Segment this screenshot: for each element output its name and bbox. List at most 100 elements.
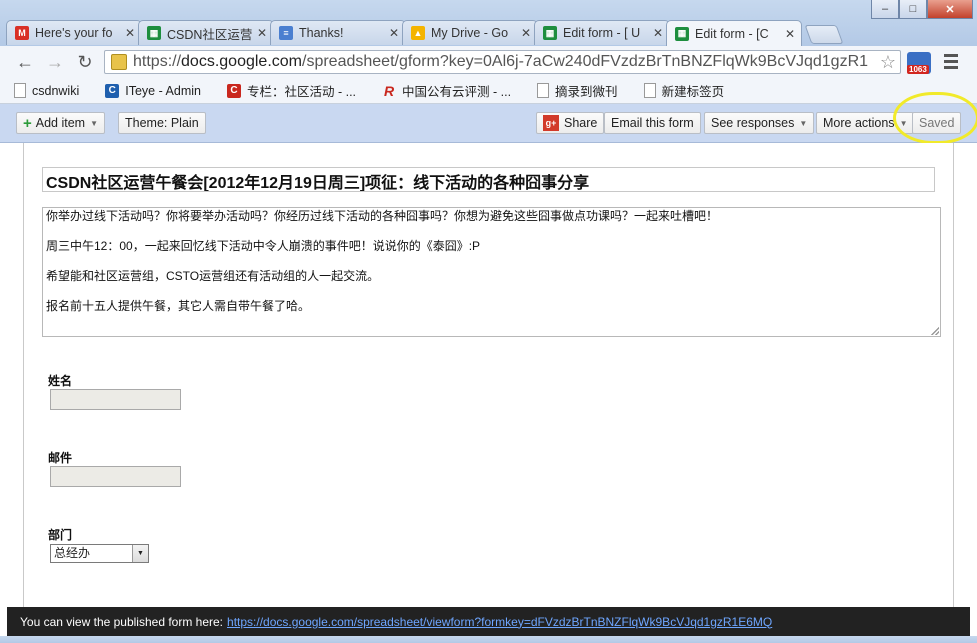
bookmark-label: ITeye - Admin: [125, 83, 201, 98]
page-icon: [643, 83, 656, 98]
iteye-icon: C: [105, 83, 120, 98]
question-label-email: 邮件: [48, 451, 73, 465]
gmail-icon: M: [15, 26, 29, 40]
department-selected-value: 总经办: [54, 546, 91, 560]
close-window-button[interactable]: ✕: [927, 0, 973, 19]
reload-button[interactable]: ↻: [74, 51, 96, 73]
close-icon[interactable]: ✕: [653, 26, 663, 40]
google-plus-icon: g+: [543, 115, 559, 131]
saved-label: Saved: [919, 116, 955, 130]
page-icon: [537, 83, 550, 98]
bookmark-label: 专栏：社区活动 - ...: [246, 85, 357, 99]
bookmark-star-icon[interactable]: ☆: [880, 52, 896, 73]
add-item-label: Add item: [35, 116, 86, 130]
share-button[interactable]: g+ Share: [536, 112, 605, 134]
bookmarks-bar: csdnwiki C ITeye - Admin C 专栏：社区活动 - ...…: [0, 78, 977, 104]
form-editor: CSDN社区运营午餐会[2012年12月19日周三]项征：线下活动的各种囧事分享…: [0, 143, 977, 607]
tab-strip: M Here's your fo ✕ ▦ CSDN社区运营 ✕ ≡ Thanks…: [6, 20, 844, 46]
description-line: 周三中午12：00，一起来回忆线下活动中令人崩溃的事件吧！说说你的《泰囧》:P: [46, 239, 481, 253]
add-item-button[interactable]: + Add item ▼: [16, 112, 106, 134]
bookmark-csdn-column[interactable]: C 专栏：社区活动 - ...: [226, 81, 357, 100]
docs-icon: ≡: [279, 26, 293, 40]
department-select[interactable]: 总经办 ▼: [50, 544, 149, 563]
dropdown-arrow-icon: ▼: [899, 118, 908, 128]
question-label-name: 姓名: [48, 374, 73, 388]
r-icon: R: [383, 82, 395, 99]
saved-button[interactable]: Saved: [912, 112, 962, 134]
dropdown-arrow-icon: ▼: [799, 118, 808, 128]
theme-button[interactable]: Theme: Plain: [118, 112, 206, 134]
resize-grip-icon[interactable]: [931, 327, 939, 335]
maximize-button[interactable]: □: [899, 0, 927, 19]
chevron-down-icon[interactable]: ▼: [132, 545, 148, 562]
close-icon[interactable]: ✕: [785, 27, 795, 41]
bookmark-new-tab[interactable]: 新建标签页: [643, 81, 725, 100]
minimize-button[interactable]: –: [871, 0, 899, 19]
tab-csdn-sheet[interactable]: ▦ CSDN社区运营 ✕: [138, 20, 274, 45]
tab-title: Here's your fo: [35, 26, 113, 40]
drive-icon: ▲: [411, 26, 425, 40]
description-line: 报名前十五人提供午餐，其它人需自带午餐了哈。: [46, 299, 311, 313]
sheets-icon: ▦: [147, 26, 161, 40]
extension-badge: 1063: [907, 65, 929, 74]
bookmark-label: 中国公有云评测 - ...: [402, 85, 512, 99]
tab-title: Edit form - [ U: [563, 26, 641, 40]
window-titlebar: – □ ✕ M Here's your fo ✕ ▦ CSDN社区运营 ✕ ≡ …: [0, 0, 977, 46]
tab-edit-form-active[interactable]: ▦ Edit form - [C ✕: [666, 20, 802, 46]
see-responses-button[interactable]: See responses ▼: [704, 112, 815, 134]
bookmark-iteye[interactable]: C ITeye - Admin: [105, 83, 201, 98]
published-form-notice: You can view the published form here: ht…: [7, 607, 970, 636]
description-line: 希望能和社区运营组，CSTO运营组还有活动组的人一起交流。: [46, 269, 380, 283]
window-frame-bottom: [0, 636, 977, 643]
page-left-border: [23, 143, 24, 607]
tab-title: CSDN社区运营: [167, 27, 253, 42]
name-input[interactable]: [50, 389, 181, 410]
form-description-textarea[interactable]: 你举办过线下活动吗？你将要举办活动吗？你经历过线下活动的各种囧事吗？你想为避免这…: [42, 207, 941, 337]
close-icon[interactable]: ✕: [257, 26, 267, 40]
close-icon[interactable]: ✕: [389, 26, 399, 40]
close-icon[interactable]: ✕: [125, 26, 135, 40]
bookmark-label: 摘录到微刊: [555, 85, 618, 99]
lock-warning-icon[interactable]: [111, 54, 127, 70]
email-input[interactable]: [50, 466, 181, 487]
csdn-icon: C: [226, 83, 241, 98]
bookmark-label: csdnwiki: [32, 83, 80, 98]
form-title-input[interactable]: CSDN社区运营午餐会[2012年12月19日周三]项征：线下活动的各种囧事分享: [42, 167, 935, 192]
bookmark-cloud-review[interactable]: R 中国公有云评测 - ...: [382, 81, 511, 100]
page-right-border: [953, 143, 954, 607]
plus-icon: +: [23, 114, 32, 132]
email-form-button[interactable]: Email this form: [604, 112, 701, 134]
browser-toolbar: ← → ↻ https://docs.google.com/spreadshee…: [0, 46, 977, 79]
bookmark-label: 新建标签页: [661, 85, 725, 99]
new-tab-button[interactable]: [804, 25, 844, 44]
published-form-link[interactable]: https://docs.google.com/spreadsheet/view…: [227, 615, 772, 629]
menu-icon[interactable]: [944, 54, 958, 72]
address-bar[interactable]: https://docs.google.com/spreadsheet/gfor…: [104, 50, 901, 74]
extension-icon[interactable]: 1063: [907, 52, 931, 74]
see-responses-label: See responses: [711, 116, 795, 130]
description-line: 你举办过线下活动吗？你将要举办活动吗？你经历过线下活动的各种囧事吗？你想为避免这…: [46, 209, 719, 223]
tab-my-drive[interactable]: ▲ My Drive - Go ✕: [402, 20, 538, 45]
tab-title: Edit form - [C: [695, 26, 769, 41]
notice-text: You can view the published form here:: [20, 614, 224, 629]
tab-title: My Drive - Go: [431, 26, 509, 40]
page-icon: [14, 83, 26, 98]
bookmark-csdnwiki[interactable]: csdnwiki: [14, 83, 79, 98]
more-actions-label: More actions: [823, 116, 895, 130]
sheets-icon: ▦: [675, 26, 689, 41]
theme-label: Theme: Plain: [125, 116, 199, 130]
tab-edit-form-1[interactable]: ▦ Edit form - [ U ✕: [534, 20, 670, 45]
form-toolbar: + Add item ▼ Theme: Plain g+ Share Email…: [0, 104, 977, 143]
forward-button[interactable]: →: [44, 51, 66, 73]
close-icon[interactable]: ✕: [521, 26, 531, 40]
question-label-department: 部门: [48, 528, 73, 542]
tab-thanks[interactable]: ≡ Thanks! ✕: [270, 20, 406, 45]
dropdown-arrow-icon: ▼: [90, 118, 99, 128]
more-actions-button[interactable]: More actions ▼: [816, 112, 915, 134]
window-controls: – □ ✕: [871, 0, 973, 20]
tab-title: Thanks!: [299, 26, 344, 40]
share-label: Share: [564, 116, 598, 130]
bookmark-weikan[interactable]: 摘录到微刊: [537, 81, 618, 100]
tab-gmail[interactable]: M Here's your fo ✕: [6, 20, 142, 45]
back-button[interactable]: ←: [14, 51, 36, 73]
